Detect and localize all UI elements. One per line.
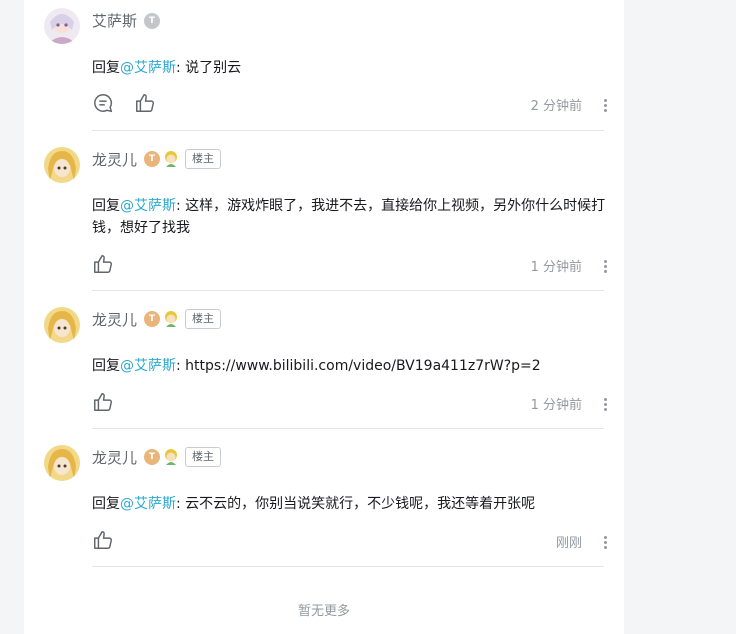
right-gutter (624, 0, 736, 634)
comment-text: 回复@艾萨斯: 说了别云 (92, 57, 612, 79)
avatar[interactable] (44, 307, 80, 343)
thumbs-up-icon[interactable] (92, 391, 116, 415)
reply-prefix: 回复 (92, 496, 120, 512)
username[interactable]: 龙灵儿 (92, 150, 137, 170)
mention-link[interactable]: @艾萨斯 (120, 60, 176, 76)
thumbs-up-icon[interactable] (92, 529, 116, 553)
fan-medal-icon (163, 448, 179, 466)
mention-link[interactable]: @艾萨斯 (120, 496, 176, 512)
comment-actions: 1 分钟前 (92, 391, 612, 415)
owner-tag: 楼主 (185, 149, 221, 169)
thumbs-up-icon[interactable] (92, 253, 116, 277)
timestamp: 1 分钟前 (530, 398, 582, 413)
timestamp: 刚刚 (555, 536, 582, 551)
timestamp: 2 分钟前 (530, 99, 582, 114)
more-vertical-icon[interactable] (598, 529, 612, 558)
level-badge: T (144, 449, 160, 465)
comment-body: : 说了别云 (176, 60, 242, 76)
reply-prefix: 回复 (92, 60, 120, 76)
mention-link[interactable]: @艾萨斯 (120, 198, 176, 214)
avatar[interactable] (44, 8, 80, 44)
username[interactable]: 龙灵儿 (92, 310, 137, 330)
fan-medal-icon (163, 310, 179, 328)
owner-tag: 楼主 (185, 447, 221, 467)
thumbs-up-icon[interactable] (134, 92, 158, 116)
comment-actions: 刚刚 (92, 529, 612, 553)
owner-tag: 楼主 (185, 309, 221, 329)
comment-actions: 2 分钟前 (92, 92, 612, 116)
mention-link[interactable]: @艾萨斯 (120, 358, 176, 374)
reply-prefix: 回复 (92, 198, 120, 214)
more-vertical-icon[interactable] (598, 253, 612, 282)
comment-text: 回复@艾萨斯: 云不云的，你别当说笑就行，不少钱呢，我还等着开张呢 (92, 493, 612, 515)
reply-bubble-icon[interactable] (92, 92, 116, 116)
username[interactable]: 龙灵儿 (92, 448, 137, 468)
comment-panel: 艾萨斯 T 回复@艾萨斯: 说了别云 2 分钟前 龙灵儿 T 楼主 回复@艾萨斯… (24, 0, 624, 634)
no-more-footer: 暂无更多 (297, 604, 350, 619)
level-badge: T (144, 151, 160, 167)
more-vertical-icon[interactable] (598, 391, 612, 420)
comment-actions: 1 分钟前 (92, 253, 612, 277)
divider (92, 428, 604, 429)
timestamp: 1 分钟前 (530, 260, 582, 275)
comment-text: 回复@艾萨斯: 这样，游戏炸眼了，我进不去，直接给你上视频，另外你什么时候打钱，… (92, 195, 612, 239)
fan-medal-icon (163, 150, 179, 168)
avatar[interactable] (44, 147, 80, 183)
avatar[interactable] (44, 445, 80, 481)
comment-body: : 云不云的，你别当说笑就行，不少钱呢，我还等着开张呢 (176, 496, 536, 512)
comment-text: 回复@艾萨斯: https://www.bilibili.com/video/B… (92, 355, 612, 377)
level-badge: T (144, 13, 160, 29)
more-vertical-icon[interactable] (598, 92, 612, 121)
reply-prefix: 回复 (92, 358, 120, 374)
username[interactable]: 艾萨斯 (92, 11, 137, 31)
divider (92, 290, 604, 291)
divider (92, 566, 604, 567)
comment-body: : https://www.bilibili.com/video/BV19a41… (176, 358, 541, 374)
level-badge: T (144, 311, 160, 327)
divider (92, 130, 604, 131)
